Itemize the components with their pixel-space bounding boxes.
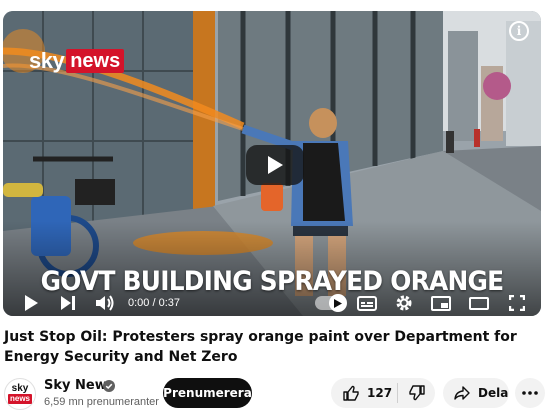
theater-icon <box>469 296 489 310</box>
share-label: Dela <box>478 386 509 400</box>
center-play-button[interactable] <box>246 145 304 185</box>
next-button[interactable] <box>58 293 78 313</box>
share-button[interactable]: Dela <box>443 378 509 408</box>
next-icon <box>61 296 75 310</box>
page: sky news i GOVT BUILDING SPRAYED ORANGE <box>0 0 550 420</box>
subtitles-button[interactable] <box>356 293 378 313</box>
miniplayer-button[interactable] <box>430 293 452 313</box>
autoplay-play-icon <box>334 298 342 308</box>
autoplay-toggle[interactable] <box>315 294 347 312</box>
thumbs-up-icon <box>343 385 359 401</box>
more-horizontal-icon <box>522 391 538 395</box>
miniplayer-icon <box>431 295 451 311</box>
fullscreen-icon <box>509 295 525 311</box>
channel-avatar[interactable]: sky news <box>4 378 36 410</box>
share-icon <box>454 386 470 400</box>
sky-news-logo: sky news <box>29 48 125 73</box>
play-icon <box>268 156 283 174</box>
info-icon[interactable]: i <box>509 21 529 41</box>
volume-icon <box>96 295 114 311</box>
settings-button[interactable] <box>393 293 415 313</box>
more-actions-button[interactable] <box>515 378 545 408</box>
video-title: Just Stop Oil: Protesters spray orange p… <box>4 329 517 365</box>
subtitles-icon <box>357 295 377 311</box>
time-display: 0:00 / 0:37 <box>128 297 180 309</box>
autoplay-knob <box>329 294 347 312</box>
like-count: 127 <box>367 386 393 400</box>
theater-button[interactable] <box>468 293 490 313</box>
logo-sky-text: sky <box>29 48 65 73</box>
player-controls: 0:00 / 0:37 <box>3 289 541 316</box>
logo-news-text: news <box>66 49 125 73</box>
verified-icon <box>103 380 115 392</box>
settings-icon <box>396 295 412 311</box>
like-dislike-group: 127 <box>331 378 435 408</box>
avatar-sky-text: sky <box>11 383 29 394</box>
fullscreen-button[interactable] <box>506 293 528 313</box>
video-player[interactable]: sky news i GOVT BUILDING SPRAYED ORANGE <box>3 11 541 316</box>
play-button[interactable] <box>21 293 41 313</box>
avatar-news-text: news <box>7 394 32 404</box>
dislike-button[interactable] <box>398 378 435 408</box>
play-icon <box>25 295 38 311</box>
subscriber-count: 6,59 mn prenumeranter <box>44 396 159 408</box>
subscribe-button[interactable]: Prenumerera <box>163 378 252 408</box>
like-button[interactable]: 127 <box>331 378 397 408</box>
thumbs-down-icon <box>408 385 425 401</box>
volume-button[interactable] <box>95 293 117 313</box>
